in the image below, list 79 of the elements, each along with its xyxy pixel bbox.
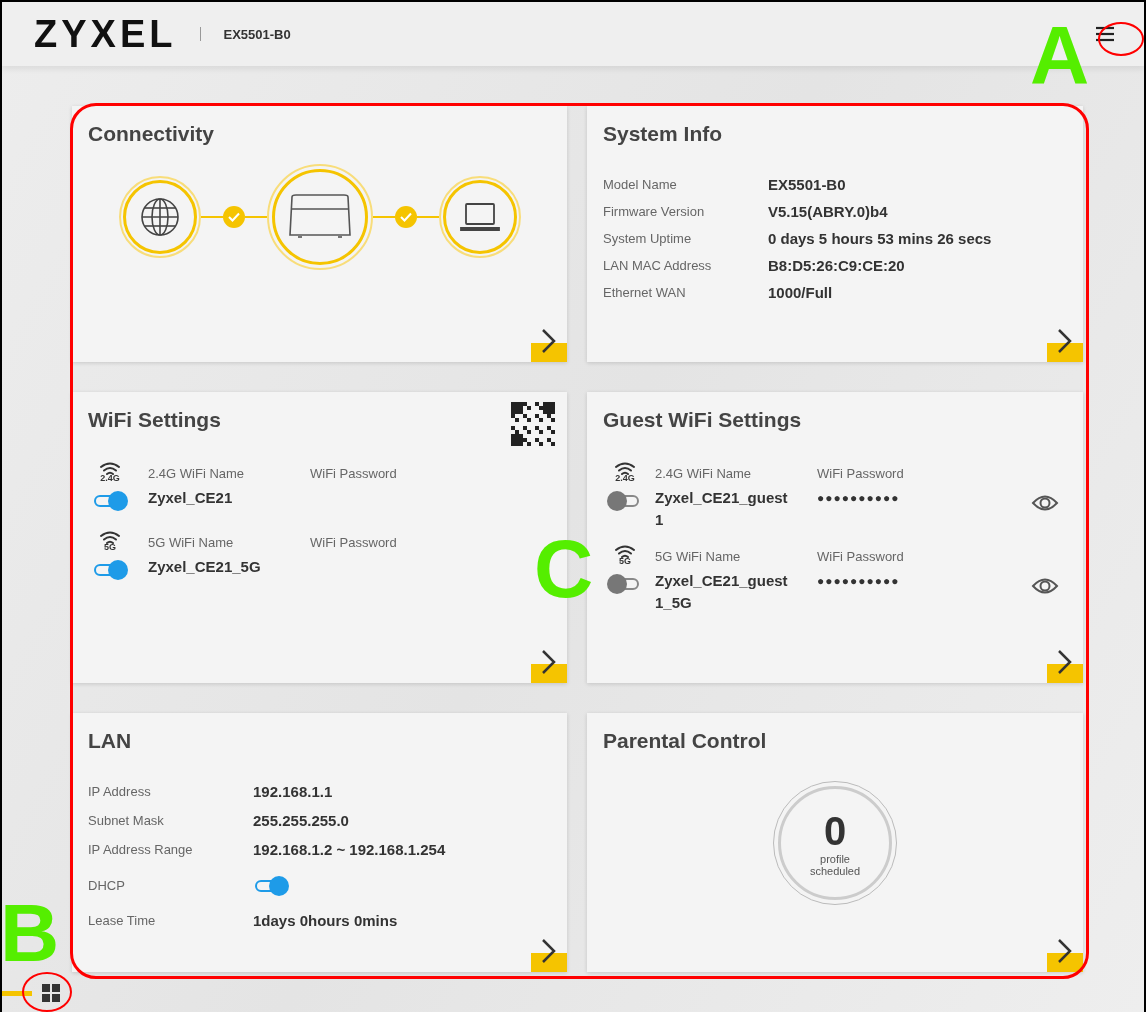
info-value: B8:D5:26:C9:CE:20 [768, 257, 906, 274]
field-label: WiFi Password [310, 535, 398, 550]
info-label: Lease Time [88, 913, 157, 928]
chevron-icon [541, 649, 557, 675]
globe-icon [139, 197, 180, 237]
profile-count: 0 [823, 808, 847, 853]
card-title: Guest WiFi Settings [603, 408, 803, 432]
info-label: System Uptime [603, 231, 693, 246]
next-button[interactable] [531, 328, 567, 362]
profile-caption: profile scheduled [808, 852, 862, 877]
annotation-circle [1098, 22, 1144, 56]
wifi-icon [614, 545, 636, 559]
annotation-circle [22, 972, 72, 1012]
eye-icon[interactable] [1031, 576, 1059, 596]
model-name: EX5501-B0 [223, 26, 291, 42]
wifi-name: Zyxel_CE21_guest1_5G [655, 571, 789, 613]
annotation-letter: A [1030, 14, 1090, 96]
wifi-name: Zyxel_CE21_guest1 [655, 488, 789, 530]
info-value: 1days 0hours 0mins [253, 912, 399, 929]
card-title: LAN [88, 729, 133, 753]
wifi-icon [99, 531, 121, 545]
field-label: 5G WiFi Name [655, 549, 742, 564]
card-title: System Info [603, 122, 724, 146]
wifi-name: Zyxel_CE21_5G [148, 557, 262, 577]
info-label: Ethernet WAN [603, 285, 687, 300]
band-label: 5G [619, 556, 631, 566]
card-title: Connectivity [88, 122, 216, 146]
dashboard-icon[interactable] [40, 982, 62, 1004]
info-value: V5.15(ABRY.0)b4 [768, 203, 889, 220]
info-value: 192.168.1.2 ~ 192.168.1.254 [253, 841, 447, 858]
menu-icon[interactable] [1094, 24, 1116, 44]
next-button[interactable] [531, 938, 567, 972]
toggle-switch[interactable] [253, 876, 289, 896]
next-button[interactable] [1047, 649, 1083, 683]
annotation-letter: C [534, 528, 594, 610]
band-label: 5G [104, 542, 116, 552]
info-value: 1000/Full [768, 284, 834, 301]
wifi-password: ●●●●●●●●●● [817, 573, 901, 590]
laptop-icon [459, 201, 500, 233]
info-label: Firmware Version [603, 204, 706, 219]
next-button[interactable] [1047, 938, 1083, 972]
wifi-icon [614, 462, 636, 476]
info-value: 0 days 5 hours 53 mins 26 secs [768, 230, 993, 247]
annotation-letter: B [2, 892, 60, 974]
band-label: 2.4G [615, 473, 635, 483]
wifi-icon [99, 462, 121, 476]
chevron-icon [1057, 649, 1073, 675]
band-label: 2.4G [100, 473, 120, 483]
next-button[interactable] [1047, 328, 1083, 362]
logo: ZYXEL [34, 12, 177, 56]
chevron-icon [1057, 938, 1073, 964]
field-label: WiFi Password [817, 549, 905, 564]
info-value: EX5501-B0 [768, 176, 847, 193]
field-label: 2.4G WiFi Name [148, 466, 246, 481]
toggle-switch[interactable] [92, 491, 128, 511]
toggle-switch[interactable] [92, 560, 128, 580]
chevron-icon [541, 328, 557, 354]
info-label: Model Name [603, 177, 678, 192]
card-title: WiFi Settings [88, 408, 222, 432]
next-button[interactable] [531, 649, 567, 683]
chevron-icon [1057, 328, 1073, 354]
chevron-icon [541, 938, 557, 964]
info-label: Subnet Mask [88, 813, 165, 828]
info-label: LAN MAC Address [603, 258, 713, 273]
field-label: 5G WiFi Name [148, 535, 235, 550]
info-label: IP Address [88, 784, 152, 799]
eye-icon[interactable] [1031, 493, 1059, 513]
card-title: Parental Control [603, 729, 768, 753]
field-label: WiFi Password [310, 466, 398, 481]
field-label: 2.4G WiFi Name [655, 466, 753, 481]
field-label: WiFi Password [817, 466, 905, 481]
router-icon [287, 193, 352, 241]
info-value: 255.255.255.0 [253, 812, 350, 829]
info-label: DHCP [88, 877, 126, 893]
accent-bar [2, 990, 32, 996]
wifi-password: ●●●●●●●●●● [817, 490, 901, 507]
wifi-name: Zyxel_CE21 [148, 488, 234, 508]
info-label: IP Address Range [88, 842, 194, 857]
info-value: 192.168.1.1 [253, 783, 334, 800]
